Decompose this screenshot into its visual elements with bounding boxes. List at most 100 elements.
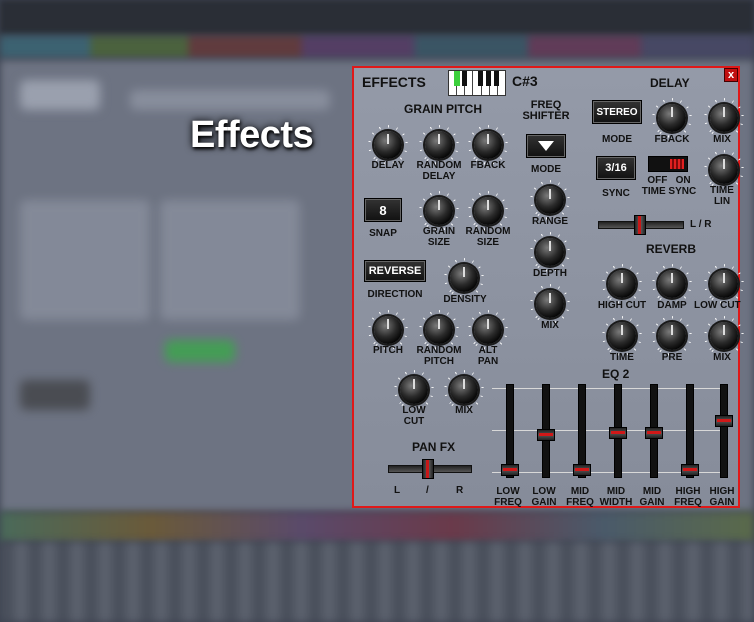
blurred-block bbox=[20, 200, 150, 320]
grain-size-knob[interactable] bbox=[425, 197, 453, 225]
eq-band-label: HIGH GAIN bbox=[709, 486, 735, 508]
blurred-toolbar bbox=[0, 0, 754, 34]
chevron-down-icon bbox=[538, 141, 554, 151]
range-knob[interactable] bbox=[536, 186, 564, 214]
eq-band-label: LOW FREQ bbox=[494, 486, 522, 508]
knob-label: RANDOM PITCH bbox=[416, 345, 462, 367]
freq-mode-label: MODE bbox=[531, 164, 561, 175]
random-pitch-knob[interactable] bbox=[425, 316, 453, 344]
knob-label: FBACK bbox=[470, 160, 506, 171]
reverb-low-cut-knob[interactable] bbox=[710, 270, 738, 298]
eq2-title: EQ 2 bbox=[602, 367, 630, 381]
pan-r-label: R bbox=[456, 485, 464, 496]
knob-label: LOW CUT bbox=[402, 405, 426, 427]
random-size-knob[interactable] bbox=[474, 197, 502, 225]
random-delay-knob[interactable] bbox=[425, 131, 453, 159]
knob-label: PRE bbox=[661, 352, 683, 363]
pitch-knob[interactable] bbox=[374, 316, 402, 344]
blurred-block bbox=[165, 340, 235, 362]
blurred-block bbox=[20, 80, 100, 110]
freq-mode-button[interactable] bbox=[526, 134, 566, 158]
toggle-on-indicator bbox=[670, 159, 684, 169]
eq-fader-thumb[interactable] bbox=[537, 429, 555, 441]
high-cut-knob[interactable] bbox=[608, 270, 636, 298]
delay-title: DELAY bbox=[650, 76, 690, 90]
blurred-block bbox=[20, 380, 90, 410]
reverb-time-knob[interactable] bbox=[608, 322, 636, 350]
knob-label: MIX bbox=[713, 134, 731, 145]
eq-band-label: MID FREQ bbox=[566, 486, 594, 508]
eq-fader-track[interactable] bbox=[720, 384, 728, 478]
density-knob[interactable] bbox=[450, 264, 478, 292]
delay-fback-knob[interactable] bbox=[658, 104, 686, 132]
time-lin-knob[interactable] bbox=[710, 156, 738, 184]
eq-band-label: MID WIDTH bbox=[599, 486, 633, 508]
knob-label: TIME LIN bbox=[710, 185, 734, 207]
knob-label: DENSITY bbox=[443, 294, 487, 305]
knob-label: TIME bbox=[610, 352, 634, 363]
snap-label: SNAP bbox=[369, 228, 397, 239]
eq-fader-thumb[interactable] bbox=[573, 464, 591, 476]
knob-label: PITCH bbox=[373, 345, 403, 356]
pre-knob[interactable] bbox=[658, 322, 686, 350]
fback-knob[interactable] bbox=[474, 131, 502, 159]
knob-label: FBACK bbox=[654, 134, 690, 145]
knob-label: GRAIN SIZE bbox=[422, 226, 456, 248]
delay-mode-label: MODE bbox=[602, 134, 632, 145]
delay-mode-button[interactable]: STEREO bbox=[592, 100, 642, 124]
effects-panel: EFFECTS C#3 x GRAIN PITCH DELAY RANDOM D… bbox=[352, 66, 741, 510]
reverb-title: REVERB bbox=[646, 242, 697, 256]
eq-fader-thumb[interactable] bbox=[501, 464, 519, 476]
effects-title: EFFECTS bbox=[362, 74, 426, 90]
note-label: C#3 bbox=[512, 73, 538, 89]
eq-fader-thumb[interactable] bbox=[681, 464, 699, 476]
reverb-mix-knob[interactable] bbox=[710, 322, 738, 350]
knob-label: DELAY bbox=[371, 160, 405, 171]
blurred-strip bbox=[0, 512, 754, 542]
knob-label: MIX bbox=[541, 320, 559, 331]
delay-lr-label: L / R bbox=[690, 219, 712, 230]
freq-shifter-title: FREQ SHIFTER bbox=[522, 99, 570, 122]
pan-fx-thumb[interactable] bbox=[422, 459, 434, 479]
knob-label: MIX bbox=[713, 352, 731, 363]
knob-label: RANGE bbox=[531, 216, 569, 227]
knob-label: ALT PAN bbox=[477, 345, 499, 367]
pan-fx-title: PAN FX bbox=[412, 440, 456, 454]
delay-lr-thumb[interactable] bbox=[634, 215, 646, 235]
eq2-labels: LOW FREQ LOW GAIN MID FREQ MID WIDTH MID GAI… bbox=[492, 486, 734, 510]
eq-fader-thumb[interactable] bbox=[715, 415, 733, 427]
blurred-tabs bbox=[0, 36, 754, 58]
delay-knob[interactable] bbox=[374, 131, 402, 159]
sync-label: SYNC bbox=[602, 188, 630, 199]
knob-label: HIGH CUT bbox=[597, 300, 647, 311]
blurred-mixer bbox=[0, 542, 754, 622]
knob-label: LOW CUT bbox=[694, 300, 741, 311]
grain-pitch-title: GRAIN PITCH bbox=[404, 102, 482, 116]
knob-label: DEPTH bbox=[533, 268, 567, 279]
eq-fader-thumb[interactable] bbox=[645, 427, 663, 439]
eq2-faders bbox=[492, 384, 733, 480]
eq-fader-thumb[interactable] bbox=[609, 427, 627, 439]
blurred-block bbox=[130, 90, 330, 110]
low-cut-knob[interactable] bbox=[400, 376, 428, 404]
freq-mix-knob[interactable] bbox=[536, 290, 564, 318]
knob-label: RANDOM DELAY bbox=[416, 160, 462, 182]
eq-band-label: MID GAIN bbox=[639, 486, 665, 508]
grain-mix-knob[interactable] bbox=[450, 376, 478, 404]
knob-label: RANDOM SIZE bbox=[465, 226, 511, 248]
pan-mid-label: / bbox=[426, 485, 429, 496]
close-button[interactable]: x bbox=[724, 68, 738, 82]
caption-title: Effects bbox=[190, 114, 314, 156]
blurred-block bbox=[160, 200, 300, 320]
damp-knob[interactable] bbox=[658, 270, 686, 298]
alt-pan-knob[interactable] bbox=[474, 316, 502, 344]
direction-button[interactable]: REVERSE bbox=[364, 260, 426, 282]
eq-band-label: LOW GAIN bbox=[531, 486, 557, 508]
knob-label: DAMP bbox=[657, 300, 687, 311]
snap-button[interactable]: 8 bbox=[364, 198, 402, 222]
keyboard-icon[interactable] bbox=[448, 70, 506, 96]
delay-mix-knob[interactable] bbox=[710, 104, 738, 132]
sync-button[interactable]: 3/16 bbox=[596, 156, 636, 180]
time-sync-toggle[interactable] bbox=[648, 156, 688, 172]
depth-knob[interactable] bbox=[536, 238, 564, 266]
